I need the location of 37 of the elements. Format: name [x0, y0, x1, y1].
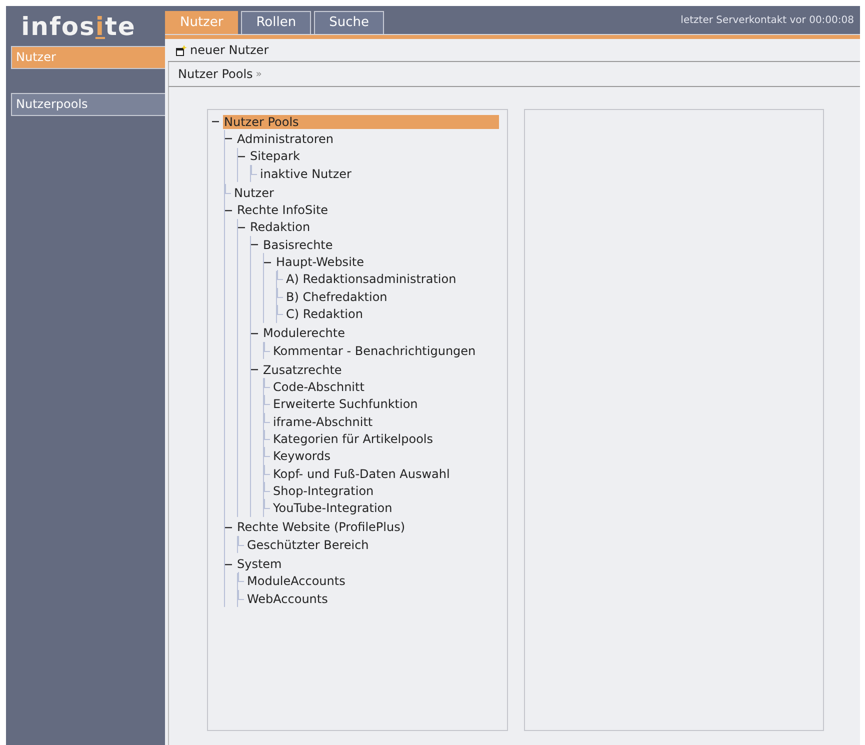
tree-item[interactable]: Code-Abschnitt — [272, 380, 366, 394]
tree-item[interactable]: ModuleAccounts — [246, 574, 346, 588]
logo: infosite — [20, 10, 137, 42]
tree-item[interactable]: Basisrechte — [262, 238, 334, 252]
tree-item[interactable]: Nutzer Pools — [223, 114, 498, 129]
tree-item[interactable]: Rechte Website (ProfilePlus) — [236, 520, 406, 534]
new-user-button[interactable]: neuer Nutzer — [176, 43, 269, 57]
tree-item[interactable]: Rechte InfoSite — [236, 203, 330, 218]
tree-item[interactable]: Sitepark — [249, 149, 301, 164]
tree-item[interactable]: B) Chefredaktion — [285, 290, 388, 304]
server-status: letzter Serverkontakt vor 00:00:08 — [680, 14, 855, 26]
tree-item[interactable]: WebAccounts — [246, 592, 329, 606]
tree-item[interactable]: Nutzer — [233, 186, 275, 200]
tree-item[interactable]: Kopf- und Fuß-Daten Auswahl — [272, 466, 451, 481]
tree-item[interactable]: A) Redaktionsadministration — [285, 272, 458, 286]
sidebar-item[interactable]: Nutzerpools — [11, 93, 165, 116]
tree-item[interactable]: Geschützter Bereich — [246, 538, 370, 552]
tab[interactable]: Suche — [314, 11, 384, 34]
tree-item[interactable]: Kommentar - Benachrichtigungen — [272, 344, 477, 358]
tree-item[interactable]: Haupt-Website — [275, 255, 365, 270]
tree-item[interactable]: Kategorien für Artikelpools — [272, 432, 434, 446]
breadcrumb-link[interactable]: Nutzer Pools — [178, 67, 253, 81]
tree-item[interactable]: inaktive Nutzer — [259, 166, 352, 181]
tree-item[interactable]: Redaktion — [249, 220, 312, 234]
tree-item[interactable]: Shop-Integration — [272, 484, 375, 498]
tree-item[interactable]: C) Redaktion — [285, 306, 364, 321]
tree-item[interactable]: Erweiterte Suchfunktion — [272, 397, 419, 412]
tree-item[interactable]: Zusatzrechte — [262, 362, 343, 377]
tree-item[interactable]: YouTube-Integration — [272, 501, 394, 516]
tree-item[interactable]: iframe-Abschnitt — [272, 414, 374, 429]
breadcrumb-separator: » — [256, 68, 262, 80]
new-window-icon — [176, 44, 187, 56]
tab[interactable]: Rollen — [241, 11, 312, 34]
tree-item[interactable]: Modulerechte — [262, 326, 346, 340]
tree-item[interactable]: Administratoren — [236, 132, 335, 146]
tree-item[interactable]: System — [236, 557, 283, 572]
tree-item[interactable]: Keywords — [272, 449, 332, 464]
